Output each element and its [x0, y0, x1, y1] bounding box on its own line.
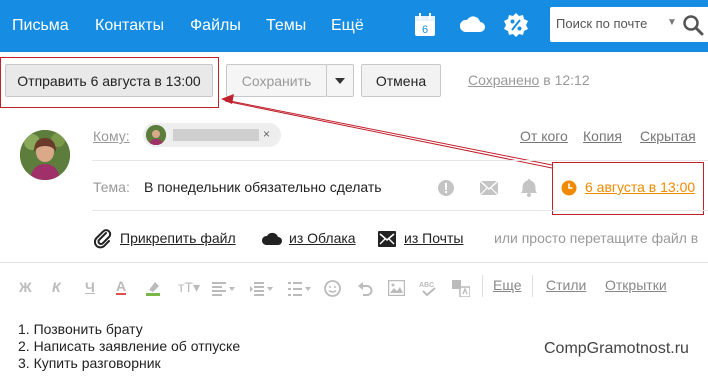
translate-icon[interactable]: [452, 280, 470, 297]
recipient-avatar: [146, 125, 166, 145]
emoji-icon[interactable]: [324, 280, 341, 297]
divider: [0, 262, 708, 263]
font-size-icon[interactable]: тТ▾: [178, 279, 200, 296]
indent-icon[interactable]: [250, 282, 274, 296]
bold-icon[interactable]: Ж: [19, 279, 32, 295]
italic-icon[interactable]: К: [52, 279, 61, 295]
recipient-name-redacted: [173, 129, 259, 141]
attach-from-cloud-link[interactable]: из Облака: [289, 230, 356, 246]
more-formatting-link[interactable]: Еще: [493, 277, 522, 293]
sender-avatar: [20, 130, 70, 180]
importance-icon[interactable]: [437, 179, 455, 197]
divider: [92, 210, 708, 211]
subject-input[interactable]: В понедельник обязательно сделать: [144, 179, 382, 195]
drag-drop-hint: или просто перетащите файл в: [494, 230, 699, 246]
toolbar-divider: [532, 275, 533, 297]
from-link[interactable]: От кого: [520, 128, 568, 144]
undo-icon[interactable]: [357, 281, 373, 296]
clock-icon[interactable]: [561, 180, 577, 196]
svg-text:ABC: ABC: [419, 282, 434, 289]
paperclip-icon[interactable]: [94, 229, 112, 249]
bcc-link[interactable]: Скрытая: [640, 128, 696, 144]
attach-from-mail-link[interactable]: из Почты: [404, 230, 463, 246]
attach-file-link[interactable]: Прикрепить файл: [120, 230, 236, 246]
postcards-link[interactable]: Открытки: [605, 277, 667, 293]
to-label[interactable]: Кому:: [93, 128, 130, 144]
envelope-notify-icon[interactable]: [479, 180, 499, 196]
mail-attach-icon[interactable]: [378, 231, 396, 247]
remove-recipient-icon[interactable]: ×: [263, 127, 270, 141]
text-color-icon[interactable]: A: [116, 279, 127, 295]
subject-label: Тема:: [93, 179, 130, 195]
body-line[interactable]: 2. Написать заявление об отпуске: [18, 338, 240, 355]
divider: [92, 160, 708, 161]
cloud-attach-icon[interactable]: [261, 232, 283, 246]
insert-image-icon[interactable]: [388, 280, 405, 296]
align-icon[interactable]: [212, 282, 236, 296]
recipient-chip[interactable]: ×: [143, 123, 281, 147]
spellcheck-icon[interactable]: ABC: [419, 279, 439, 297]
reminder-bell-icon[interactable]: [521, 178, 537, 197]
list-icon[interactable]: [288, 281, 312, 297]
underline-icon[interactable]: Ч: [85, 279, 95, 295]
scheduled-date-link[interactable]: 6 августа в 13:00: [585, 179, 695, 195]
body-line[interactable]: 1. Позвонить брату: [18, 321, 143, 338]
watermark-text: CompGramotnost.ru: [544, 340, 689, 357]
cc-link[interactable]: Копия: [583, 128, 622, 144]
body-line[interactable]: 3. Купить разговорник: [18, 355, 161, 372]
highlight-color-icon[interactable]: [145, 280, 161, 296]
styles-link[interactable]: Стили: [546, 277, 586, 293]
toolbar-divider: [482, 275, 483, 297]
